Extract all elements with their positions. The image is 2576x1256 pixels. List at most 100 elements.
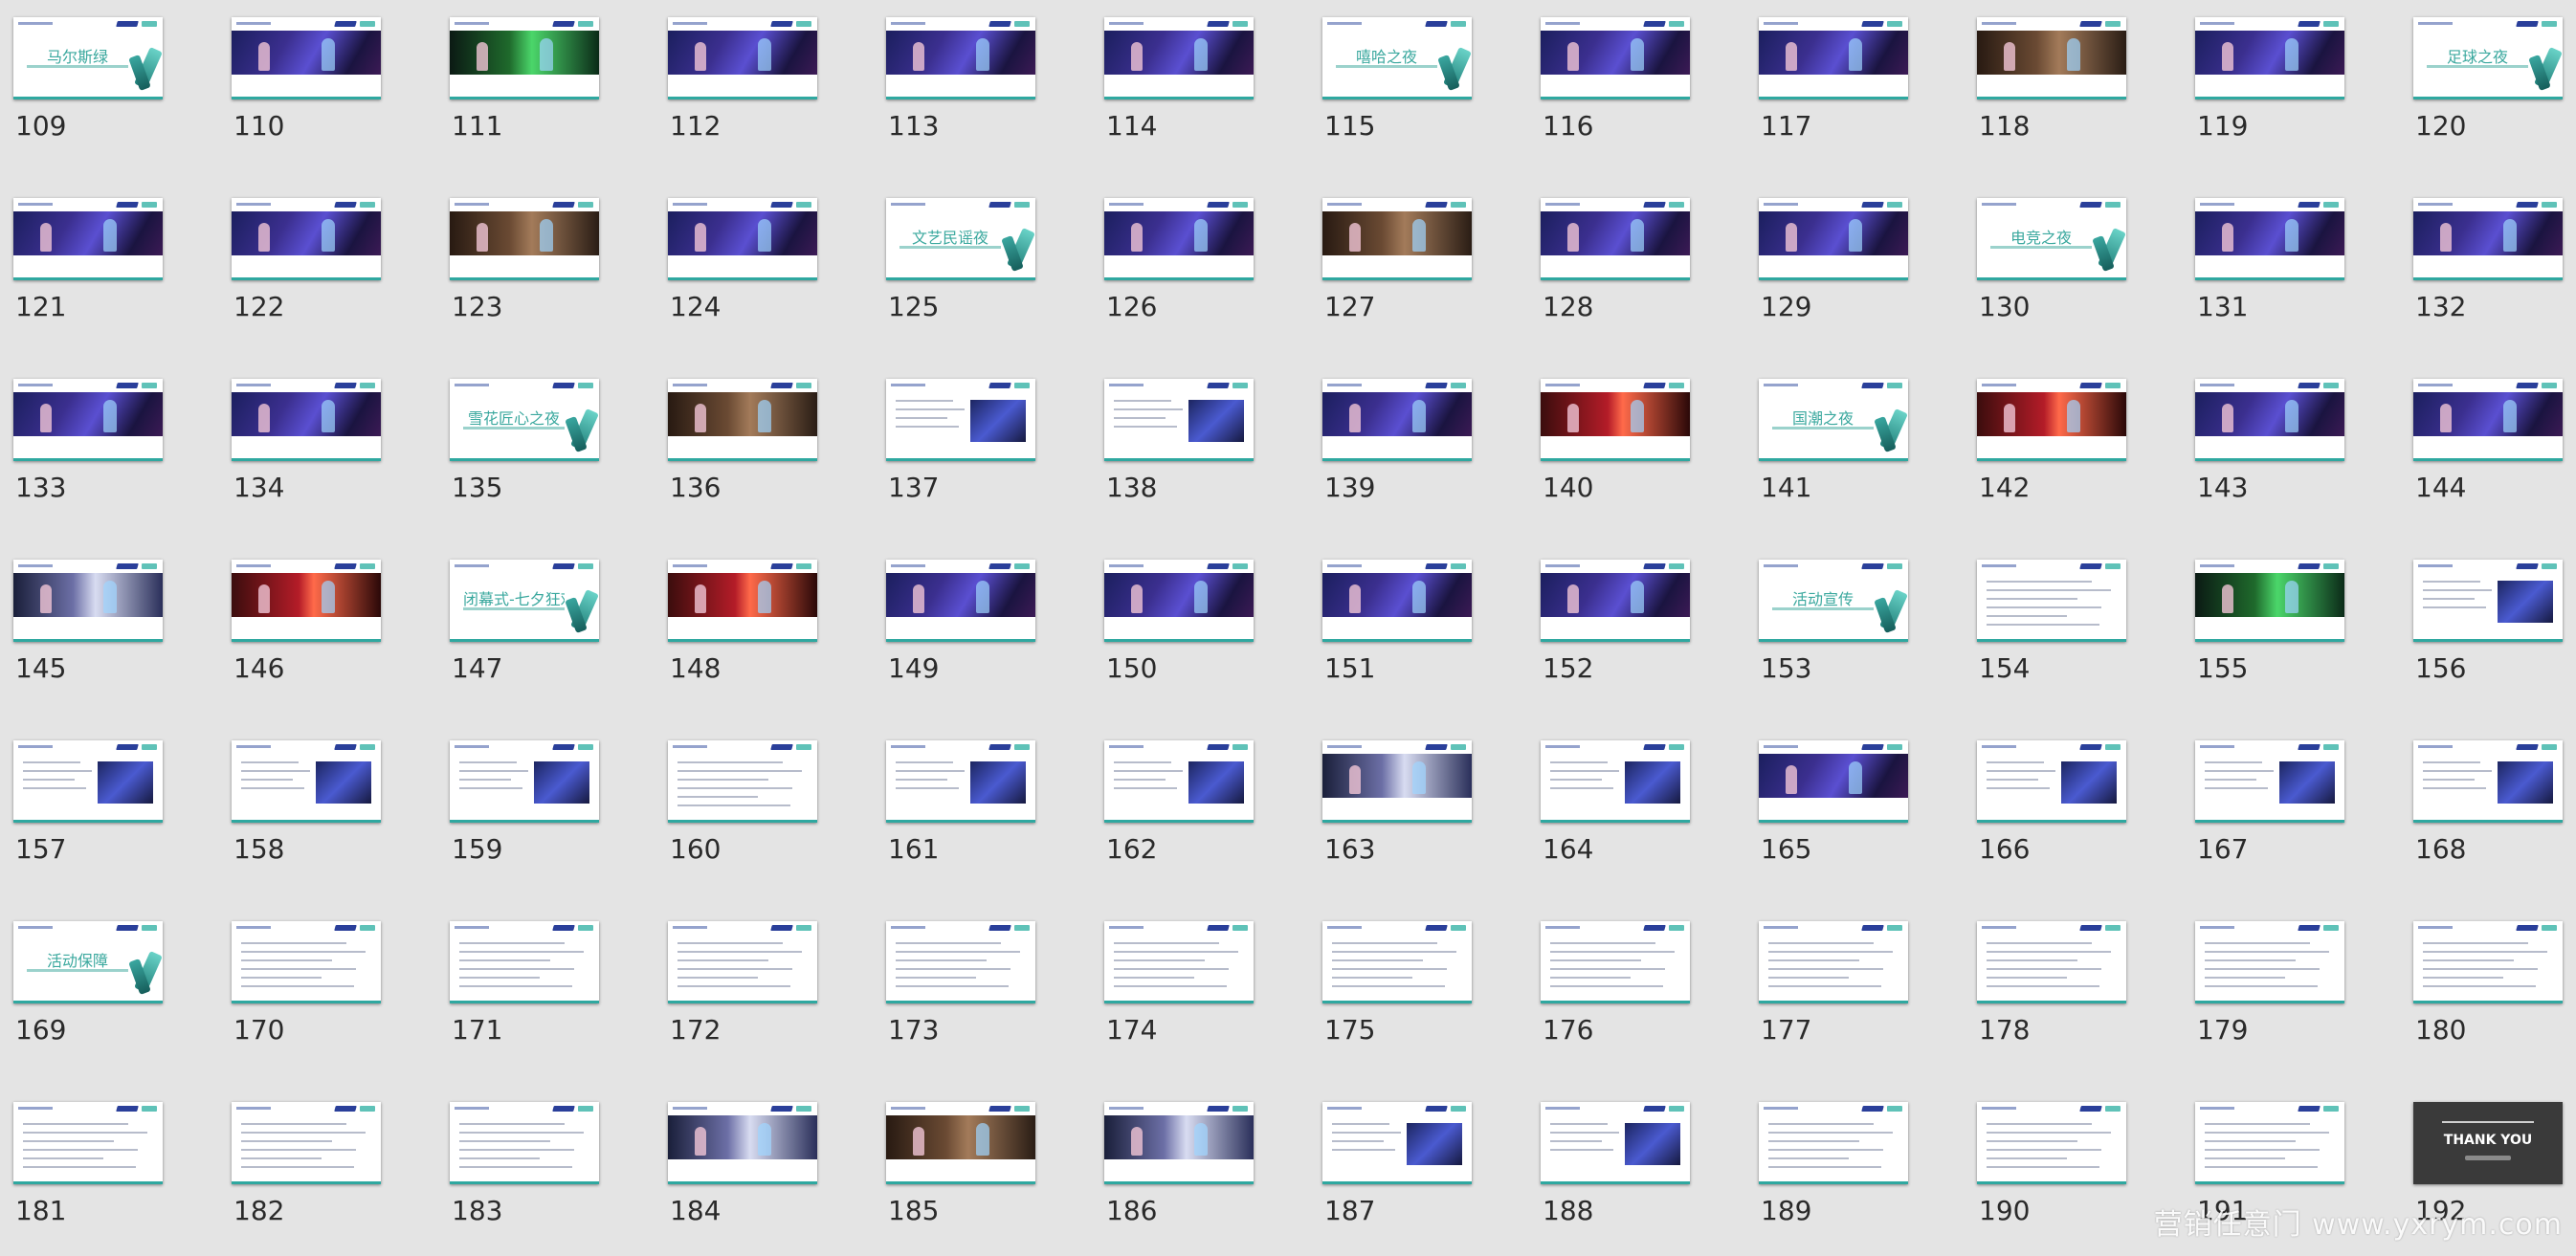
slide-thumbnail[interactable] [886,1102,1035,1184]
slide-thumbnail[interactable] [232,1102,381,1184]
slide-thumbnail-cell[interactable]: 128 [1541,198,1694,342]
slide-thumbnail-cell[interactable]: 140 [1541,379,1694,522]
slide-thumbnail[interactable] [886,379,1035,461]
slide-thumbnail[interactable] [13,1102,163,1184]
slide-thumbnail-cell[interactable]: 144 [2413,379,2566,522]
slide-thumbnail[interactable] [1322,921,1472,1003]
slide-thumbnail[interactable] [1977,379,2126,461]
slide-thumbnail[interactable] [2413,921,2563,1003]
slide-thumbnail[interactable] [232,379,381,461]
slide-thumbnail-cell[interactable]: 156 [2413,560,2566,703]
slide-thumbnail-cell[interactable]: 158 [232,740,385,884]
slide-thumbnail[interactable]: 活动保障 [13,921,163,1003]
slide-thumbnail-cell[interactable]: 189 [1759,1102,1912,1245]
slide-thumbnail-cell[interactable]: 162 [1104,740,1257,884]
slide-thumbnail-cell[interactable]: 168 [2413,740,2566,884]
slide-thumbnail[interactable] [1541,1102,1690,1184]
slide-thumbnail[interactable] [668,198,817,280]
slide-thumbnail[interactable] [886,17,1035,99]
slide-thumbnail-cell[interactable]: 180 [2413,921,2566,1065]
slide-thumbnail-cell[interactable]: 134 [232,379,385,522]
slide-thumbnail-cell[interactable]: 119 [2195,17,2348,161]
slide-thumbnail[interactable] [668,379,817,461]
slide-thumbnail[interactable] [2195,560,2344,642]
slide-thumbnail[interactable] [450,1102,599,1184]
slide-thumbnail[interactable] [232,198,381,280]
slide-thumbnail[interactable] [1541,198,1690,280]
slide-thumbnail-cell[interactable]: 137 [886,379,1039,522]
slide-thumbnail[interactable] [1541,17,1690,99]
slide-thumbnail[interactable] [1541,379,1690,461]
slide-thumbnail-cell[interactable]: 166 [1977,740,2130,884]
slide-thumbnail[interactable] [1104,17,1254,99]
slide-thumbnail-cell[interactable]: 185 [886,1102,1039,1245]
slide-thumbnail-cell[interactable]: 142 [1977,379,2130,522]
slide-thumbnail[interactable]: 闭幕式-七夕狂欢夜 [450,560,599,642]
slide-thumbnail-cell[interactable]: 121 [13,198,167,342]
slide-thumbnail[interactable] [668,560,817,642]
slide-thumbnail-cell[interactable]: 176 [1541,921,1694,1065]
slide-thumbnail-cell[interactable]: 活动保障 169 [13,921,167,1065]
slide-thumbnail-cell[interactable]: 182 [232,1102,385,1245]
slide-thumbnail[interactable] [1104,198,1254,280]
slide-thumbnail-cell[interactable]: 184 [668,1102,821,1245]
slide-thumbnail[interactable] [1104,921,1254,1003]
slide-thumbnail[interactable] [232,921,381,1003]
slide-thumbnail-cell[interactable]: 148 [668,560,821,703]
slide-thumbnail-cell[interactable]: 186 [1104,1102,1257,1245]
slide-thumbnail[interactable] [2195,740,2344,823]
slide-thumbnail-cell[interactable]: 118 [1977,17,2130,161]
slide-thumbnail[interactable] [1322,740,1472,823]
slide-thumbnail-cell[interactable]: 雪花匠心之夜 135 [450,379,603,522]
slide-thumbnail[interactable] [1104,1102,1254,1184]
slide-thumbnail-cell[interactable]: 136 [668,379,821,522]
slide-thumbnail-cell[interactable]: 154 [1977,560,2130,703]
slide-thumbnail[interactable] [1322,560,1472,642]
slide-thumbnail-cell[interactable]: 173 [886,921,1039,1065]
slide-thumbnail-cell[interactable]: 152 [1541,560,1694,703]
slide-thumbnail[interactable]: 文艺民谣夜 [886,198,1035,280]
slide-thumbnail[interactable]: 马尔斯绿 [13,17,163,99]
slide-thumbnail-cell[interactable]: 活动宣传 153 [1759,560,1912,703]
slide-thumbnail[interactable] [2413,560,2563,642]
slide-thumbnail-cell[interactable]: 187 [1322,1102,1476,1245]
slide-thumbnail-cell[interactable]: 149 [886,560,1039,703]
slide-thumbnail[interactable] [13,198,163,280]
slide-thumbnail-cell[interactable]: 124 [668,198,821,342]
slide-thumbnail-cell[interactable]: 174 [1104,921,1257,1065]
slide-thumbnail[interactable] [2195,17,2344,99]
slide-thumbnail[interactable] [2195,379,2344,461]
slide-thumbnail[interactable] [668,921,817,1003]
slide-thumbnail[interactable] [886,740,1035,823]
slide-thumbnail[interactable] [232,17,381,99]
slide-thumbnail-cell[interactable]: 150 [1104,560,1257,703]
slide-thumbnail-cell[interactable]: 132 [2413,198,2566,342]
slide-thumbnail[interactable] [886,921,1035,1003]
slide-thumbnail[interactable] [450,921,599,1003]
slide-thumbnail-cell[interactable]: 117 [1759,17,1912,161]
slide-thumbnail[interactable] [1104,740,1254,823]
slide-thumbnail[interactable]: 足球之夜 [2413,17,2563,99]
slide-thumbnail-cell[interactable]: 嘻哈之夜 115 [1322,17,1476,161]
slide-thumbnail[interactable] [450,17,599,99]
slide-thumbnail[interactable] [1541,560,1690,642]
slide-thumbnail-cell[interactable]: 164 [1541,740,1694,884]
slide-thumbnail-cell[interactable]: 165 [1759,740,1912,884]
slide-thumbnail[interactable] [886,560,1035,642]
slide-thumbnail-cell[interactable]: 177 [1759,921,1912,1065]
slide-thumbnail[interactable] [1541,740,1690,823]
slide-thumbnail-cell[interactable]: 155 [2195,560,2348,703]
slide-thumbnail-cell[interactable]: 146 [232,560,385,703]
slide-thumbnail-cell[interactable]: 167 [2195,740,2348,884]
slide-thumbnail[interactable] [2413,740,2563,823]
slide-thumbnail[interactable]: 电竞之夜 [1977,198,2126,280]
slide-thumbnail[interactable] [1541,921,1690,1003]
slide-thumbnail-cell[interactable]: 足球之夜 120 [2413,17,2566,161]
slide-thumbnail-cell[interactable]: 175 [1322,921,1476,1065]
slide-thumbnail[interactable] [1104,560,1254,642]
slide-thumbnail-cell[interactable]: 111 [450,17,603,161]
slide-thumbnail-cell[interactable]: 179 [2195,921,2348,1065]
slide-thumbnail[interactable] [13,740,163,823]
slide-thumbnail-cell[interactable]: 110 [232,17,385,161]
slide-thumbnail-cell[interactable]: 123 [450,198,603,342]
